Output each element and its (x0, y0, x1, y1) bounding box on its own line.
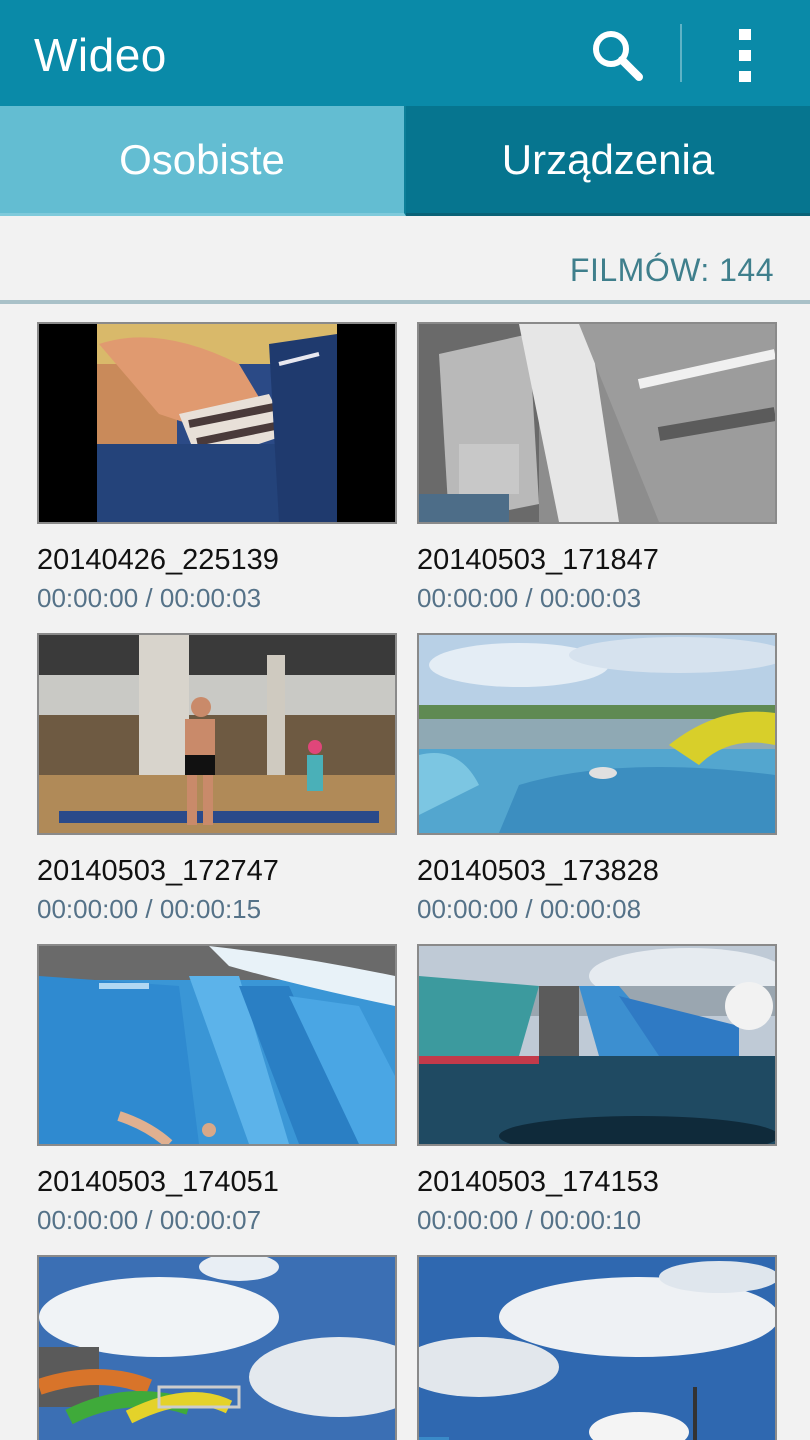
tab-bar: Osobiste Urządzenia (0, 106, 810, 216)
video-item[interactable]: 20140503_171847 00:00:00 / 00:00:03 (417, 322, 777, 614)
video-count: FILMÓW: 144 (569, 252, 774, 288)
tab-devices[interactable]: Urządzenia (406, 106, 810, 216)
video-duration: 00:00:00 / 00:00:08 (417, 894, 642, 924)
video-duration: 00:00:00 / 00:00:03 (37, 583, 262, 613)
video-duration: 00:00:00 / 00:00:03 (417, 583, 642, 613)
video-item[interactable] (417, 1255, 777, 1440)
video-item[interactable]: 20140503_173828 00:00:00 / 00:00:08 (417, 633, 777, 925)
video-name: 20140503_173828 (417, 855, 659, 887)
video-count-bar: FILMÓW: 144 (0, 216, 810, 304)
video-thumbnail[interactable] (37, 322, 397, 524)
tab-personal[interactable]: Osobiste (0, 106, 406, 216)
video-item[interactable]: 20140426_225139 00:00:00 / 00:00:03 (37, 322, 397, 614)
video-item[interactable]: 20140503_172747 00:00:00 / 00:00:15 (37, 633, 397, 925)
app-title: Wideo (34, 29, 167, 81)
video-thumbnail[interactable] (37, 1255, 397, 1440)
video-item[interactable] (37, 1255, 397, 1440)
video-thumbnail[interactable] (417, 322, 777, 524)
video-thumbnail[interactable] (37, 944, 397, 1146)
action-divider (680, 24, 682, 82)
video-name: 20140426_225139 (37, 544, 279, 576)
video-duration: 00:00:00 / 00:00:07 (37, 1205, 262, 1235)
more-options-button[interactable] (716, 22, 774, 88)
video-name: 20140503_171847 (417, 544, 659, 576)
video-thumbnail[interactable] (417, 1255, 777, 1440)
video-duration: 00:00:00 / 00:00:10 (417, 1205, 642, 1235)
video-duration: 00:00:00 / 00:00:15 (37, 894, 262, 924)
video-name: 20140503_174153 (417, 1166, 659, 1198)
video-item[interactable]: 20140503_174051 00:00:00 / 00:00:07 (37, 944, 397, 1236)
video-item[interactable]: 20140503_174153 00:00:00 / 00:00:10 (417, 944, 777, 1236)
video-thumbnail[interactable] (37, 633, 397, 835)
video-grid: 20140426_225139 00:00:00 / 00:00:03 2014… (37, 322, 777, 1440)
app-bar: Wideo (0, 0, 810, 106)
search-icon (593, 31, 643, 81)
search-button[interactable] (584, 22, 650, 88)
video-name: 20140503_174051 (37, 1166, 279, 1198)
video-thumbnail[interactable] (417, 633, 777, 835)
video-thumbnail[interactable] (417, 944, 777, 1146)
video-name: 20140503_172747 (37, 855, 279, 887)
more-vert-icon (739, 29, 751, 82)
